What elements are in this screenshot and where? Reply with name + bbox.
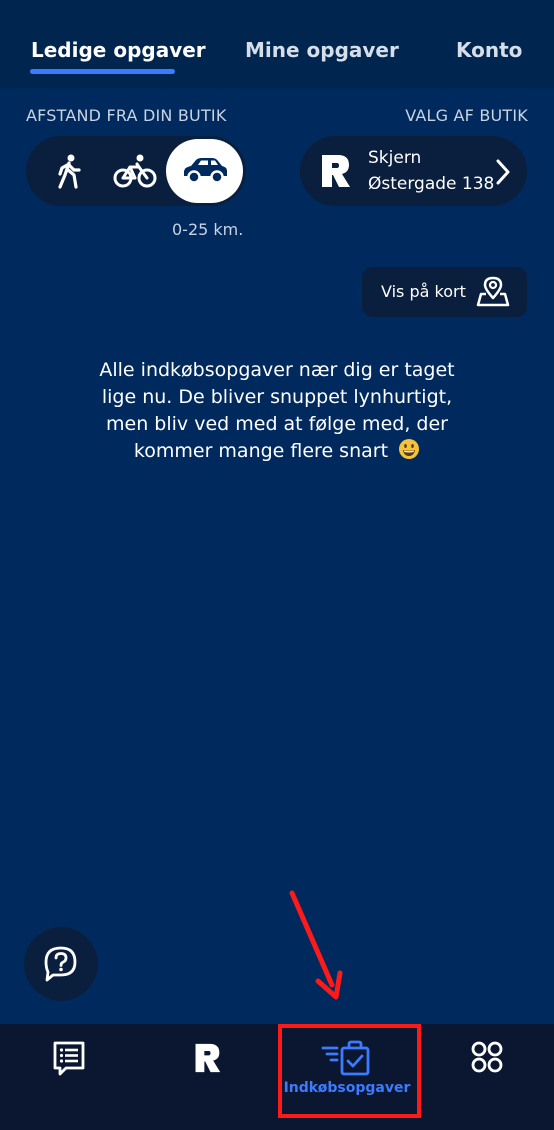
help-button[interactable]	[24, 927, 98, 1001]
map-pin-icon	[476, 276, 510, 307]
chevron-right-icon	[496, 159, 510, 185]
nav-rema[interactable]	[172, 1024, 242, 1130]
active-tab-indicator	[30, 69, 175, 74]
store-selector[interactable]: Skjern Østergade 138	[300, 136, 527, 206]
tab-konto[interactable]: Konto	[456, 38, 522, 62]
store-street: Østergade 138	[368, 174, 495, 194]
top-tab-bar: Ledige opgaver Mine opgaver Konto	[0, 0, 554, 88]
store-section-label: VALG AF BUTIK	[405, 106, 528, 125]
walk-icon	[58, 154, 81, 189]
annotation-arrow-icon	[289, 890, 343, 1000]
nav-messages[interactable]	[34, 1024, 104, 1130]
nav-shopping-tasks-label: Indkøbsopgaver	[283, 1080, 411, 1096]
empty-state-message: Alle indkøbsopgaver nær dig er taget lig…	[80, 357, 474, 465]
rema-logo-icon	[322, 155, 350, 187]
rema-logo-icon	[195, 1043, 221, 1073]
walk-mode-button[interactable]	[34, 136, 104, 206]
show-on-map-button[interactable]: Vis på kort	[362, 267, 527, 317]
bottom-navigation: Indkøbsopgaver	[0, 1024, 554, 1130]
grinning-face-icon	[399, 439, 420, 459]
distance-range-label: 0-25 km.	[172, 220, 244, 239]
car-mode-button[interactable]	[166, 139, 243, 203]
bike-mode-button[interactable]	[100, 136, 170, 206]
more-apps-icon	[471, 1041, 503, 1073]
show-on-map-label: Vis på kort	[381, 282, 466, 301]
tab-ledige-opgaver[interactable]: Ledige opgaver	[31, 38, 206, 62]
messages-icon	[53, 1041, 85, 1076]
bike-icon	[113, 154, 157, 188]
nav-more[interactable]	[452, 1024, 522, 1130]
tab-mine-opgaver[interactable]: Mine opgaver	[245, 38, 399, 62]
nav-shopping-tasks[interactable]: Indkøbsopgaver	[278, 1024, 416, 1130]
shopping-tasks-icon	[321, 1040, 370, 1076]
car-icon	[183, 158, 227, 184]
store-city: Skjern	[368, 148, 422, 168]
question-icon	[44, 946, 77, 982]
transport-mode-selector	[26, 136, 246, 206]
distance-section-label: AFSTAND FRA DIN BUTIK	[26, 106, 227, 125]
